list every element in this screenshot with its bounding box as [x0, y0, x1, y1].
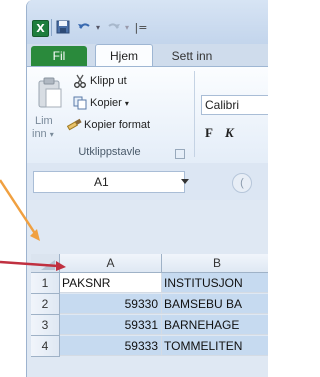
- copy-icon: [73, 96, 87, 110]
- copy-button[interactable]: Kopier ▾: [73, 95, 129, 111]
- column-header-a[interactable]: A: [60, 254, 162, 273]
- format-painter-label: Kopier format: [84, 119, 151, 131]
- select-all-triangle-icon: [41, 260, 55, 270]
- ribbon-home: Lim inn ▾ Klipp ut Kopier ▾ Kopier forma…: [27, 66, 268, 164]
- redo-icon[interactable]: [105, 20, 123, 35]
- paste-dropdown-icon: ▾: [49, 130, 54, 139]
- cut-label: Klipp ut: [90, 75, 127, 87]
- cell-a1[interactable]: PAKSNR: [60, 273, 162, 293]
- qat-separator: [51, 19, 52, 36]
- name-box-dropdown-icon[interactable]: [181, 179, 189, 184]
- undo-icon[interactable]: [75, 20, 93, 35]
- formula-cancel-button[interactable]: (: [232, 173, 252, 193]
- copy-dropdown-icon: ▾: [124, 99, 129, 108]
- format-painter-icon: [66, 118, 82, 132]
- cell-a3[interactable]: 59331: [60, 315, 162, 335]
- redo-dropdown-icon[interactable]: ▾: [123, 20, 131, 35]
- cell-b3[interactable]: BARNEHAGE: [162, 315, 268, 335]
- clipboard-launcher-icon[interactable]: [175, 149, 185, 159]
- excel-icon[interactable]: X: [32, 20, 49, 37]
- paste-label-line1: Lim: [35, 115, 53, 127]
- font-name-field[interactable]: Calibri: [201, 95, 268, 115]
- copy-label: Kopier: [90, 97, 122, 109]
- cell-b4[interactable]: TOMMELITEN: [162, 336, 268, 356]
- name-box-value: A1: [94, 175, 109, 189]
- row-header-2[interactable]: 2: [31, 294, 60, 315]
- name-box[interactable]: A1: [33, 171, 185, 193]
- cell-b1[interactable]: INSTITUSJON: [162, 273, 268, 293]
- cell-a2[interactable]: 59330: [60, 294, 162, 314]
- tab-file[interactable]: Fil: [31, 46, 87, 66]
- row-header-4[interactable]: 4: [31, 336, 60, 357]
- paste-label-line2[interactable]: inn ▾: [32, 128, 54, 140]
- title-bar: X ▾ ▾ |=: [27, 0, 268, 44]
- row-header-1[interactable]: 1: [31, 273, 60, 294]
- formula-bar: A1 (: [27, 163, 268, 200]
- row-header-3[interactable]: 3: [31, 315, 60, 336]
- excel-window: X ▾ ▾ |= Fil Hjem Sett inn Lim inn ▾ Kli…: [26, 0, 268, 377]
- scissors-icon: [73, 74, 87, 89]
- cell-b2[interactable]: BAMSEBU BA: [162, 294, 268, 314]
- italic-button[interactable]: K: [225, 125, 234, 141]
- save-icon[interactable]: [55, 20, 71, 35]
- clipboard-group-label: Utklippstavle: [78, 146, 141, 158]
- worksheet-grid: A B 1 PAKSNR INSTITUSJON 2 59330 BAMSEBU…: [27, 200, 268, 377]
- tab-insert[interactable]: Sett inn: [162, 46, 222, 66]
- ribbon-group-divider: [194, 71, 195, 157]
- cut-button[interactable]: Klipp ut: [73, 73, 127, 89]
- column-header-b[interactable]: B: [162, 254, 268, 273]
- paste-label-text: inn: [32, 128, 47, 140]
- tab-home[interactable]: Hjem: [95, 44, 153, 67]
- customize-qat-icon[interactable]: |=: [133, 20, 149, 35]
- paste-icon[interactable]: [37, 77, 62, 108]
- cell-a4[interactable]: 59333: [60, 336, 162, 356]
- ribbon-tabs: Fil Hjem Sett inn: [27, 44, 268, 67]
- bold-button[interactable]: F: [205, 125, 213, 141]
- format-painter-button[interactable]: Kopier format: [66, 117, 151, 133]
- undo-dropdown-icon[interactable]: ▾: [94, 20, 102, 35]
